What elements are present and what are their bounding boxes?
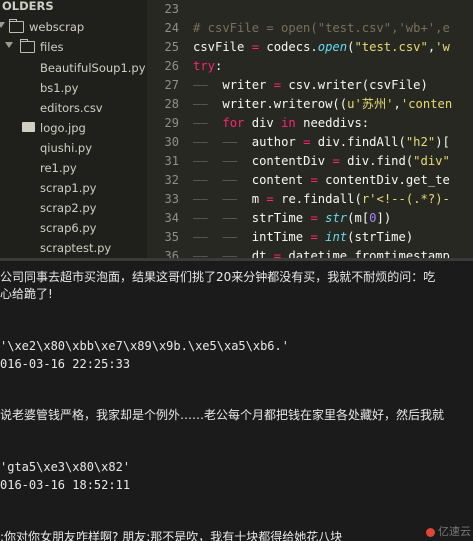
chevron-down-icon[interactable]: [0, 22, 5, 28]
line-number: 34: [164, 211, 179, 225]
output-console[interactable]: 亿速云 公司同事去超市买泡面，结果这哥们挑了20来分钟都没有买，我就不耐烦的问：…: [0, 258, 473, 541]
line-number: 35: [164, 230, 179, 244]
console-output-line: 说老婆管钱严格，我家却是个例外……老公每个月都把钱在家里各处藏好，然后我就: [0, 408, 445, 423]
line-number: 32: [164, 173, 179, 187]
code-line[interactable]: —— —— author = div.findAll("h2")[: [193, 133, 450, 152]
sidebar-item-webscrap[interactable]: webscrap: [0, 17, 147, 37]
sidebar-item-label: logo.jpg: [40, 121, 86, 135]
line-number: 33: [164, 192, 179, 206]
folder-open-icon: [9, 19, 24, 33]
code-line[interactable]: —— —— m = re.findall(r'<!--(.*?)-: [193, 190, 450, 209]
watermark-text: 亿速云: [438, 525, 471, 538]
code-line[interactable]: —— —— content = contentDiv.get_te: [193, 171, 450, 190]
code-editor-window: OLDERS webscrap files BeautifulSoup1.py …: [0, 0, 473, 258]
sidebar-item-file[interactable]: scrap1.py: [0, 178, 147, 198]
folders-header-label: OLDERS: [2, 0, 54, 13]
sidebar-item-label: BeautifulSoup1.py: [40, 61, 146, 75]
sidebar-item-file[interactable]: re1.py: [0, 158, 147, 178]
sidebar-item-label: qiushi.py: [40, 141, 93, 155]
code-line[interactable]: try:: [193, 57, 222, 76]
code-line[interactable]: —— —— strTime = str(m[0]): [193, 209, 391, 228]
console-output-line: 'gta5\xe3\x80\x82': [0, 460, 131, 475]
sidebar-item-file[interactable]: editors.csv: [0, 98, 147, 118]
line-number: 25: [164, 40, 179, 54]
sidebar-item-image[interactable]: logo.jpg: [0, 118, 147, 138]
sidebar-item-label: re1.py: [40, 161, 77, 175]
sidebar-item-label: scrap1.py: [40, 181, 97, 195]
folder-open-icon: [20, 39, 35, 53]
code-line[interactable]: —— writer = csv.writer(csvFile): [193, 76, 428, 95]
console-output-line: 016-03-16 22:25:33: [0, 356, 131, 371]
code-line[interactable]: —— —— intTime = int(strTime): [193, 228, 413, 247]
code-line[interactable]: —— for div in needdivs:: [193, 114, 369, 133]
sidebar-header: OLDERS: [0, 0, 147, 16]
line-number: 24: [164, 21, 179, 35]
sidebar-item-file[interactable]: qiushi.py: [0, 138, 147, 158]
sidebar-item-file[interactable]: scrap2.py: [0, 198, 147, 218]
code-line[interactable]: # csvFile = open("test.csv",'wb+',e: [193, 19, 450, 38]
code-area[interactable]: # csvFile = open("test.csv",'wb+',e csvFi…: [189, 0, 473, 258]
line-number: 29: [164, 116, 179, 130]
code-line[interactable]: csvFile = codecs.open("test.csv",'w: [193, 38, 450, 57]
sidebar-item-label: bs1.py: [40, 81, 79, 95]
sidebar-item-label: webscrap: [29, 20, 85, 34]
console-output-line: 公司同事去超市买泡面，结果这哥们挑了20来分钟都没有买，我就不耐烦的问：吃: [0, 270, 436, 284]
file-sidebar: OLDERS webscrap files BeautifulSoup1.py …: [0, 0, 147, 258]
watermark-logo-icon: [426, 527, 435, 537]
sidebar-item-label: files: [40, 40, 64, 54]
sidebar-item-label: editors.csv: [40, 101, 103, 115]
console-output-line: 016-03-16 18:52:11: [0, 477, 131, 492]
sidebar-item-file[interactable]: bs1.py: [0, 78, 147, 98]
sidebar-item-file[interactable]: scrap6.py: [0, 218, 147, 238]
console-output-line: 心给跪了!: [0, 287, 53, 302]
line-number: 36: [164, 249, 179, 258]
line-number: 23: [164, 2, 179, 16]
sidebar-item-label: scraptest.py: [40, 241, 112, 255]
watermark: 亿速云: [426, 523, 471, 539]
image-file-icon: [22, 122, 35, 132]
sidebar-item-files[interactable]: files: [0, 37, 147, 57]
code-line[interactable]: —— —— dt = datetime.fromtimestamp: [193, 247, 450, 258]
code-line[interactable]: —— —— contentDiv = div.find("div": [193, 152, 450, 171]
code-line[interactable]: —— writer.writerow((u'苏州','conten: [193, 95, 452, 114]
sidebar-item-file[interactable]: scraptest.py: [0, 238, 147, 258]
line-number: 31: [164, 154, 179, 168]
console-output-line: '\xe2\x80\xbb\xe7\x89\x9b.\xe5\xa5\xb6.': [0, 339, 289, 354]
chevron-down-icon[interactable]: [5, 42, 13, 48]
console-output-line: :你对你女朋友咋样啊? 朋友:那不是吹，我有十块都得给她花八块: [0, 529, 343, 541]
line-number: 30: [164, 135, 179, 149]
sidebar-item-label: scrap2.py: [40, 201, 97, 215]
sidebar-item-label: scrap6.py: [40, 221, 97, 235]
line-number-gutter: 2324252627282930313233343536373839: [147, 0, 189, 258]
line-number: 27: [164, 78, 179, 92]
line-number: 28: [164, 97, 179, 111]
sidebar-item-file[interactable]: BeautifulSoup1.py: [0, 58, 147, 78]
line-number: 26: [164, 59, 179, 73]
